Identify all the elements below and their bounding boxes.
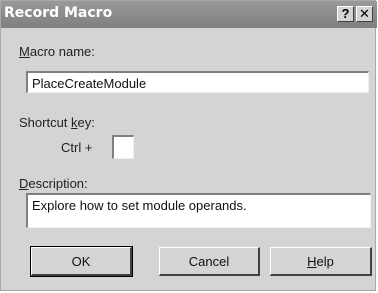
help-button-label-rest: elp — [316, 253, 334, 269]
macro-name-input[interactable]: PlaceCreateModule — [26, 71, 369, 93]
close-icon[interactable]: ✕ — [356, 6, 373, 22]
ctrl-plus-label: Ctrl + — [61, 140, 93, 155]
help-button-hotkey: H — [307, 253, 317, 269]
description-label: Description: — [19, 176, 88, 191]
description-input[interactable]: Explore how to set module operands. — [26, 193, 371, 228]
description-hotkey: D — [19, 176, 29, 191]
shortcut-key-input[interactable] — [112, 135, 134, 159]
ok-button[interactable]: OK — [30, 246, 133, 277]
description-label-rest: escription: — [28, 176, 88, 191]
title-bar[interactable]: Record Macro ? ✕ — [1, 1, 377, 28]
shortcut-label-prefix: Shortcut — [19, 115, 72, 130]
shortcut-key-label: Shortcut key: — [19, 115, 95, 130]
cancel-button[interactable]: Cancel — [159, 247, 260, 276]
macro-name-hotkey: M — [19, 44, 30, 59]
macro-name-label-rest: acro name: — [29, 44, 95, 59]
help-icon[interactable]: ? — [337, 6, 354, 22]
dialog-title: Record Macro — [4, 5, 113, 21]
record-macro-dialog: Record Macro ? ✕ Macro name: PlaceCreate… — [0, 0, 377, 291]
help-button[interactable]: Help — [270, 247, 372, 276]
macro-name-label: Macro name: — [19, 44, 95, 59]
shortcut-label-rest: ey: — [77, 115, 95, 130]
